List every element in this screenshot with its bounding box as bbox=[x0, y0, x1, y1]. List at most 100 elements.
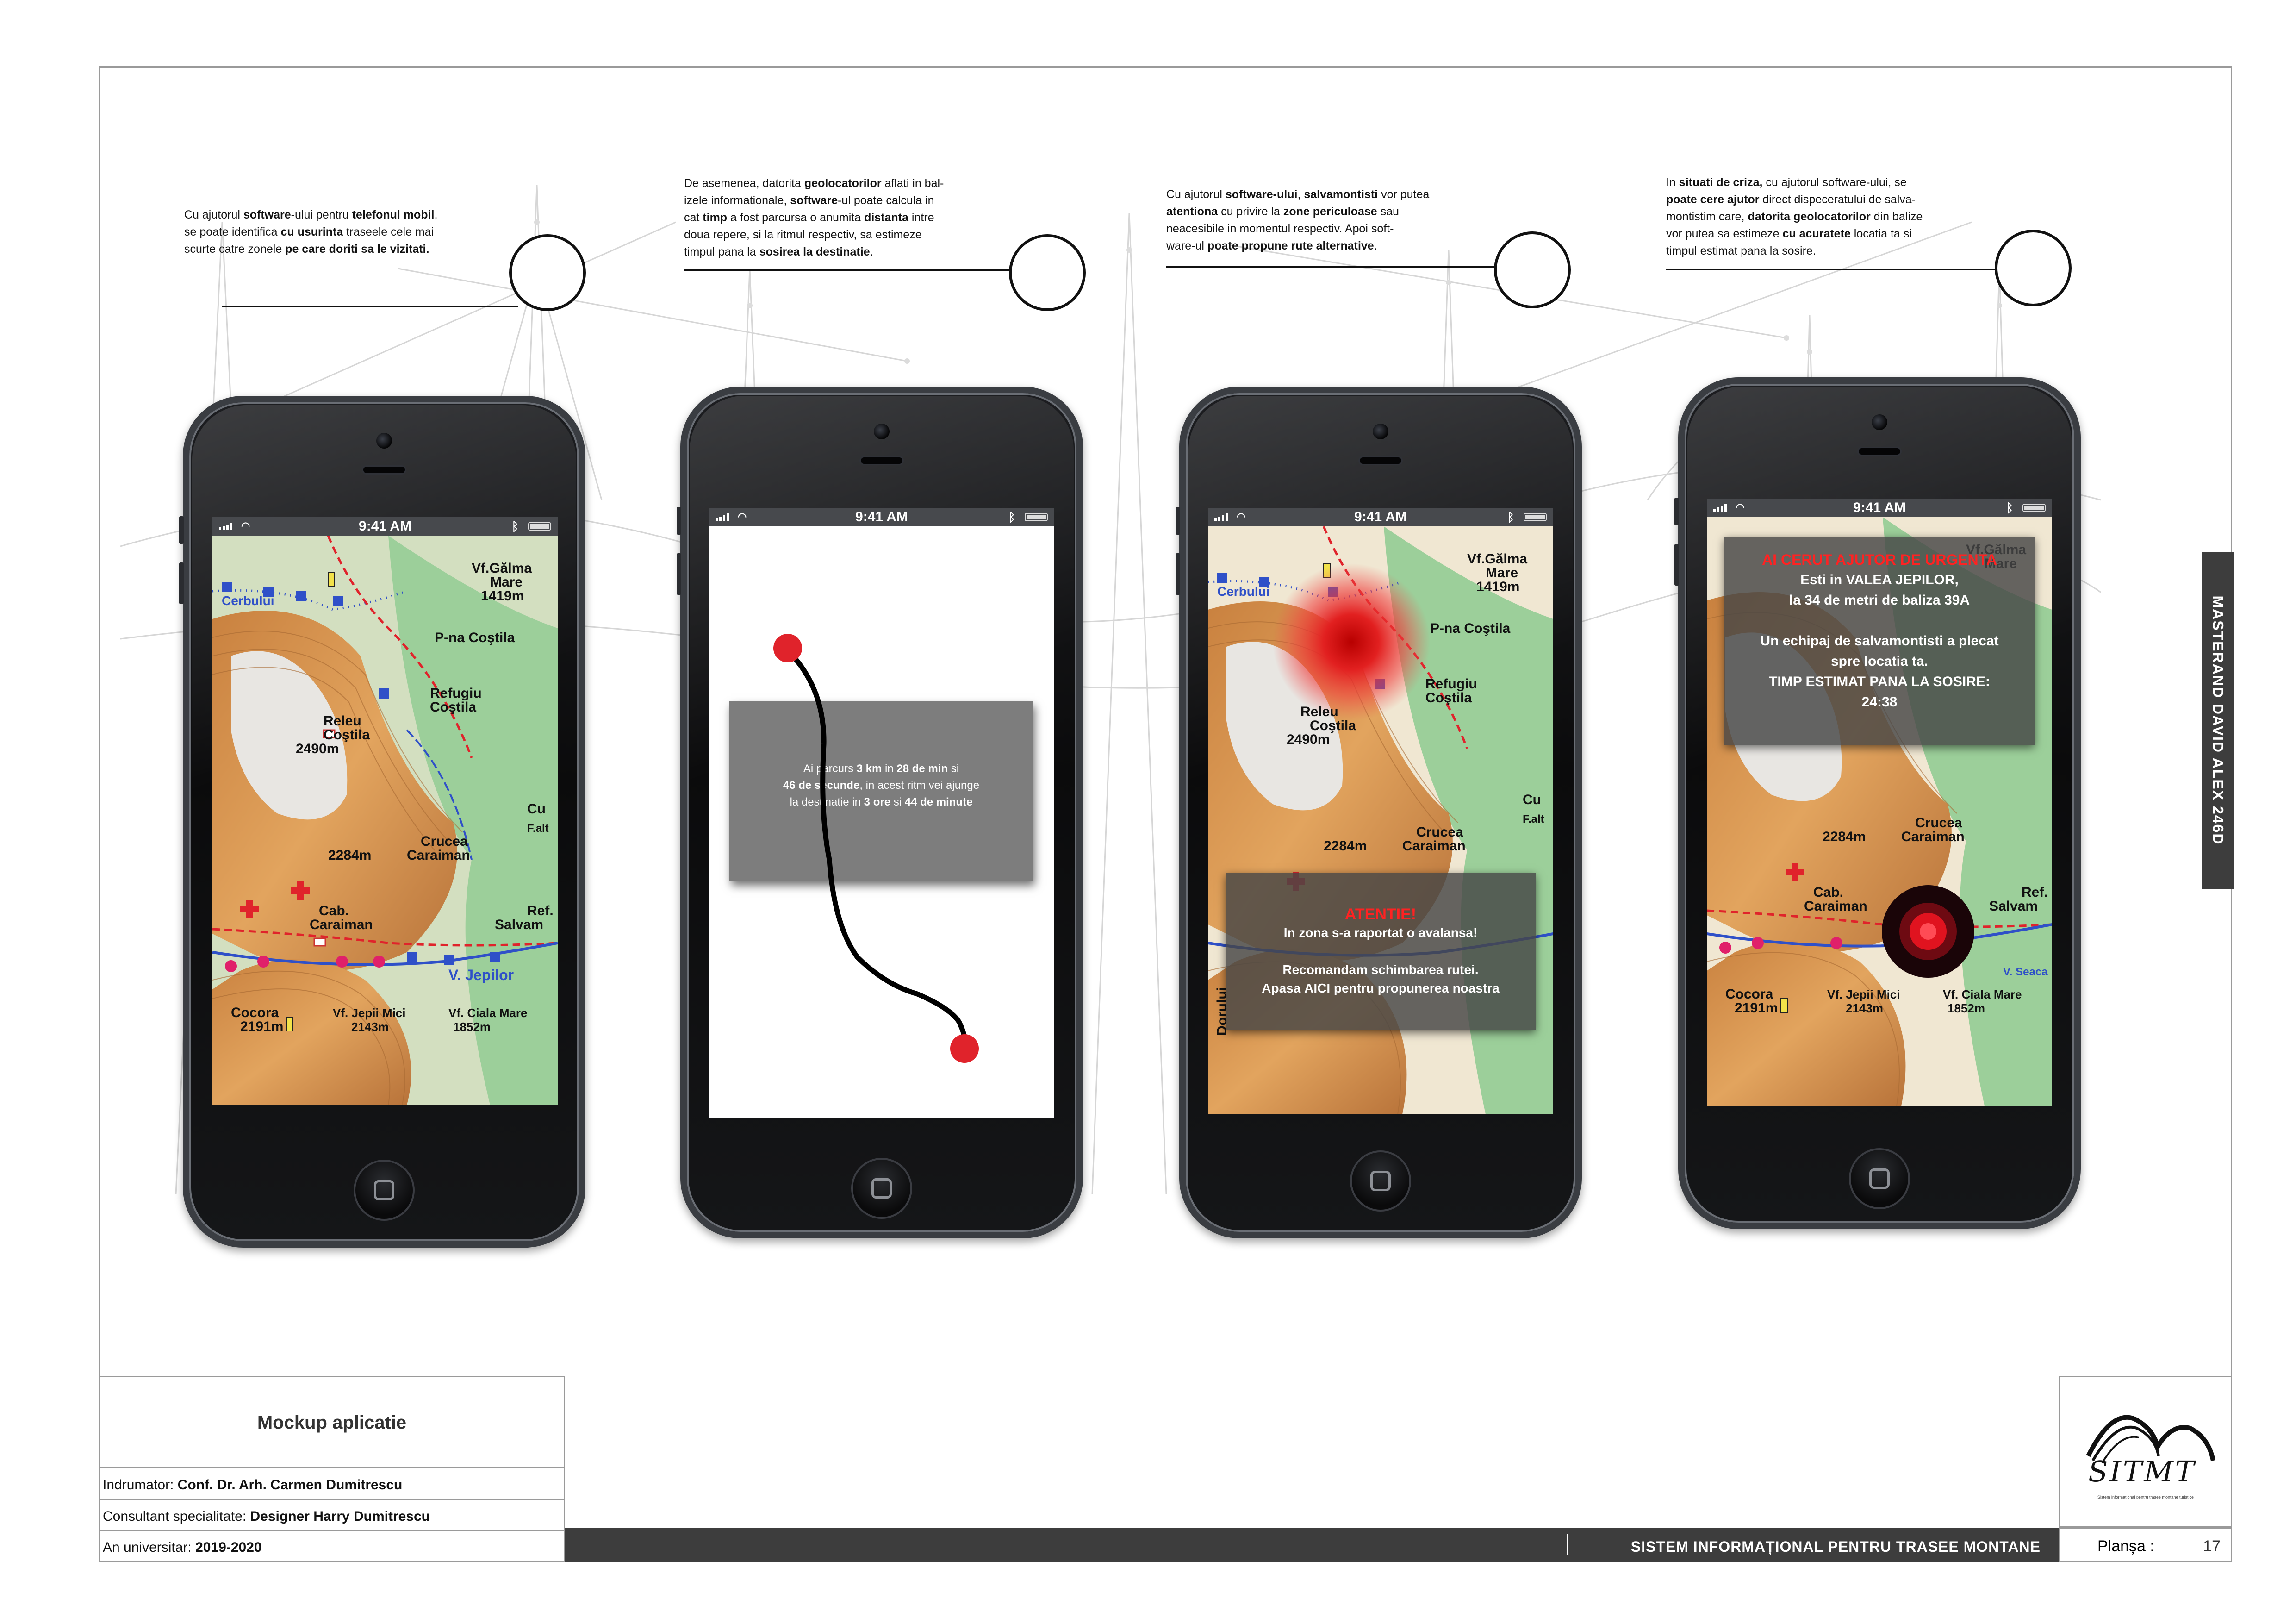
academic-year-row: An universitar: 2019-2020 bbox=[99, 1530, 565, 1562]
title-cell: Mockup aplicatie bbox=[99, 1376, 565, 1468]
caption-circle-marker bbox=[509, 234, 586, 311]
wifi-icon: ◠ bbox=[241, 520, 250, 531]
author-side-tab: MASTERAND DAVID ALEX 246D bbox=[2202, 552, 2234, 889]
topographic-map[interactable]: Vf.Gălma Mare 1419m P-na Coştila Refugiu… bbox=[212, 536, 558, 1105]
phone-screen[interactable]: ◠ 9:41 AM ᛒ Ai parcurs 3 km in 28 de min… bbox=[709, 508, 1054, 1118]
map-label: Caraiman bbox=[1901, 829, 1965, 844]
text-run: cu acuratete bbox=[1782, 227, 1851, 240]
logo-text: SITMT bbox=[2088, 1455, 2196, 1488]
text-run: . bbox=[1374, 239, 1377, 252]
text-line: Esti in VALEA JEPILOR, bbox=[1724, 570, 2035, 590]
text-run: cu usurinta bbox=[280, 225, 343, 238]
phone-side-button bbox=[1176, 553, 1180, 595]
signal-icon bbox=[219, 523, 232, 530]
footer-bar: SISTEM INFORMAȚIONAL PENTRU TRASEE MONTA… bbox=[565, 1528, 2059, 1562]
phone-mockup-route-progress: ◠ 9:41 AM ᛒ Ai parcurs 3 km in 28 de min… bbox=[677, 387, 1083, 1238]
home-button[interactable] bbox=[1350, 1150, 1411, 1212]
wifi-icon: ◠ bbox=[738, 511, 747, 522]
route-start-marker[interactable] bbox=[773, 634, 802, 662]
map-label: Vf.Gălma bbox=[472, 561, 532, 576]
map-label: 2490m bbox=[296, 741, 339, 756]
map-label: 2284m bbox=[1324, 838, 1367, 854]
map-label: V. Seaca bbox=[2003, 966, 2048, 978]
text-line: De asemenea, datorita geolocatorilor afl… bbox=[684, 175, 1003, 192]
map-label: Cab. bbox=[1813, 885, 1843, 900]
front-camera bbox=[1872, 414, 1887, 430]
text-run: TIMP ESTIMAT PANA LA SOSIRE: bbox=[1769, 674, 1990, 689]
phone-side-button bbox=[179, 562, 184, 604]
text-run: Cu ajutorul bbox=[184, 208, 243, 221]
text-run: spre locatia ta. bbox=[1830, 654, 1929, 669]
map-label: 2143m bbox=[1846, 1001, 1883, 1015]
text-run: neacesibile in momentul respectiv. Apoi … bbox=[1166, 222, 1394, 235]
earpiece-speaker bbox=[1358, 456, 1403, 465]
text-line bbox=[1226, 942, 1536, 961]
text-line: vor putea sa estimeze cu acuratete locat… bbox=[1666, 225, 1985, 243]
front-camera bbox=[874, 424, 890, 439]
map-label: Cu bbox=[1523, 792, 1541, 807]
map-label: F.alt bbox=[1523, 813, 1544, 825]
signal-icon bbox=[716, 513, 729, 521]
map-label: 2284m bbox=[328, 848, 371, 863]
indrumator-value: Conf. Dr. Arh. Carmen Dumitrescu bbox=[177, 1477, 403, 1493]
caption-circle-marker bbox=[1995, 230, 2072, 306]
footer-separator bbox=[1567, 1534, 1568, 1555]
map-label: Crucea bbox=[421, 834, 468, 849]
text-line: montistim care, datorita geolocatorilor … bbox=[1666, 208, 1985, 225]
status-time: 9:41 AM bbox=[855, 509, 908, 525]
text-run: Esti in bbox=[1800, 572, 1846, 587]
bluetooth-icon: ᛒ bbox=[511, 519, 519, 533]
text-run: timp bbox=[703, 211, 728, 224]
logo-box: SITMT Sistem informațional pentru trasee… bbox=[2059, 1376, 2232, 1528]
text-run: -ului pentru bbox=[291, 208, 352, 221]
text-run: izele informationale, bbox=[684, 194, 790, 207]
phone-mockup-danger-alert: ◠ 9:41 AM ᛒ Vf.Gălma Mare 1419m P-na Coş… bbox=[1176, 387, 1582, 1238]
map-label: 2191m bbox=[1735, 1000, 1778, 1016]
text-line: cat timp a fost parcursa o anumita dista… bbox=[684, 209, 1003, 226]
route-end-marker[interactable] bbox=[950, 1034, 979, 1063]
home-button[interactable] bbox=[1849, 1148, 1910, 1209]
text-line: In situati de criza, cu ajutorul softwar… bbox=[1666, 174, 1985, 191]
emergency-info-box[interactable]: AI CERUT AJUTOR DE URGENTA Esti in VALEA… bbox=[1724, 537, 2035, 745]
map-label: Ref. bbox=[2022, 885, 2048, 900]
text-run: software bbox=[790, 194, 838, 207]
text-run: vor putea sa estimeze bbox=[1666, 227, 1783, 240]
map-label: Vf. Jepii Mici bbox=[1827, 987, 1900, 1001]
text-run: pe care doriti sa le vizitati. bbox=[285, 243, 429, 256]
caption-underline bbox=[684, 269, 1017, 271]
map-label: P-na Coştila bbox=[435, 630, 515, 645]
text-run: schimbarea rutei. bbox=[1371, 962, 1479, 977]
text-line: Cu ajutorul software-ului, salvamontisti… bbox=[1166, 186, 1486, 203]
status-bar: ◠ 9:41 AM ᛒ bbox=[1707, 499, 2052, 517]
home-button[interactable] bbox=[354, 1160, 415, 1221]
map-label: Caraiman bbox=[1402, 838, 1466, 854]
avalanche-alert-box[interactable]: ATENTIE! In zona s-a raportat o avalansa… bbox=[1226, 873, 1536, 1030]
project-title: SISTEM INFORMAȚIONAL PENTRU TRASEE MONTA… bbox=[1630, 1538, 2041, 1555]
signal-icon bbox=[1214, 513, 1228, 521]
status-bar: ◠ 9:41 AM ᛒ bbox=[1208, 508, 1553, 526]
text-run: In bbox=[1666, 176, 1679, 189]
text-run: , bbox=[1297, 188, 1304, 201]
text-run: timpul pana la bbox=[684, 245, 759, 258]
text-run: 39A bbox=[1944, 593, 1970, 608]
phone-screen[interactable]: ◠ 9:41 AM ᛒ bbox=[1707, 499, 2052, 1106]
text-run: locatia ta si bbox=[1850, 227, 1912, 240]
user-location-marker[interactable] bbox=[1882, 885, 1974, 978]
text-line: Recomandam schimbarea rutei. bbox=[1226, 961, 1536, 979]
map-label: Mare bbox=[1486, 565, 1518, 581]
map-label: Cocora bbox=[231, 1005, 279, 1020]
map-label: Cu bbox=[527, 801, 546, 817]
earpiece-speaker bbox=[859, 456, 904, 465]
caption-underline bbox=[1666, 269, 2009, 270]
map-label: Coştila bbox=[1310, 718, 1356, 733]
home-button[interactable] bbox=[851, 1158, 912, 1219]
battery-icon bbox=[1025, 513, 1048, 521]
phone-screen[interactable]: ◠ 9:41 AM ᛒ Vf.Gălma Mare 1419m P-na Coş… bbox=[1208, 508, 1553, 1114]
map-label: Refugiu bbox=[430, 686, 482, 701]
phone-screen[interactable]: ◠ 9:41 AM ᛒ bbox=[212, 517, 558, 1105]
text-run: ware-ul bbox=[1166, 239, 1207, 252]
danger-zone-marker[interactable] bbox=[1273, 563, 1430, 721]
logo-subtitle: Sistem informațional pentru trasee monta… bbox=[2097, 1495, 2194, 1499]
text-line: atentiona cu privire la zone periculoase… bbox=[1166, 203, 1486, 220]
phone-side-button bbox=[1674, 498, 1679, 525]
